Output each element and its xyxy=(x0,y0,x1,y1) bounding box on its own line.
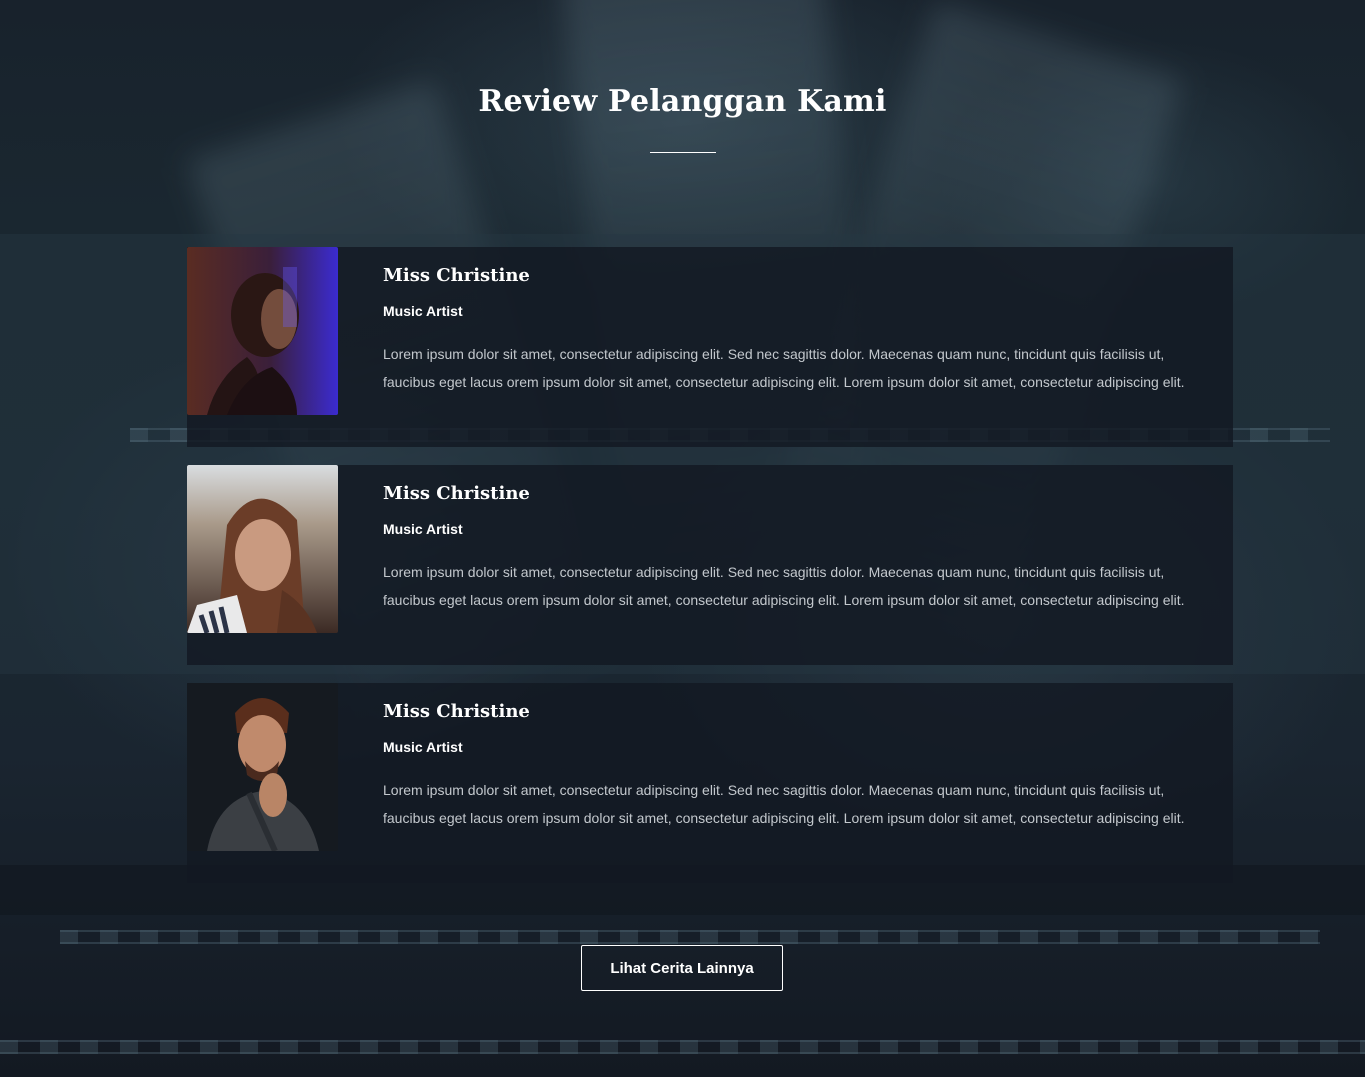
reviewer-name: Miss Christine xyxy=(383,265,530,286)
more-stories-button[interactable]: Lihat Cerita Lainnya xyxy=(581,945,783,991)
reviews-section: Review Pelanggan Kami Miss Christine Mus… xyxy=(0,0,1365,1077)
reviewer-name: Miss Christine xyxy=(383,483,530,504)
reviewer-role: Music Artist xyxy=(383,521,463,537)
review-card: Miss Christine Music Artist Lorem ipsum … xyxy=(187,683,1233,883)
reviewer-avatar xyxy=(187,247,338,415)
reviewer-photo xyxy=(187,683,338,851)
section-title: Review Pelanggan Kami xyxy=(478,84,887,119)
review-card: Miss Christine Music Artist Lorem ipsum … xyxy=(187,247,1233,447)
reviewer-photo xyxy=(187,465,338,633)
review-text: Lorem ipsum dolor sit amet, consectetur … xyxy=(383,782,1185,826)
review-text: Lorem ipsum dolor sit amet, consectetur … xyxy=(383,346,1185,390)
reviewer-role: Music Artist xyxy=(383,303,463,319)
title-divider xyxy=(650,152,716,153)
reviewer-avatar xyxy=(187,465,338,633)
reviewer-role: Music Artist xyxy=(383,739,463,755)
review-card: Miss Christine Music Artist Lorem ipsum … xyxy=(187,465,1233,665)
reviewer-avatar xyxy=(187,683,338,851)
review-text: Lorem ipsum dolor sit amet, consectetur … xyxy=(383,564,1185,608)
reviewer-name: Miss Christine xyxy=(383,701,530,722)
reviewer-photo xyxy=(187,247,338,415)
